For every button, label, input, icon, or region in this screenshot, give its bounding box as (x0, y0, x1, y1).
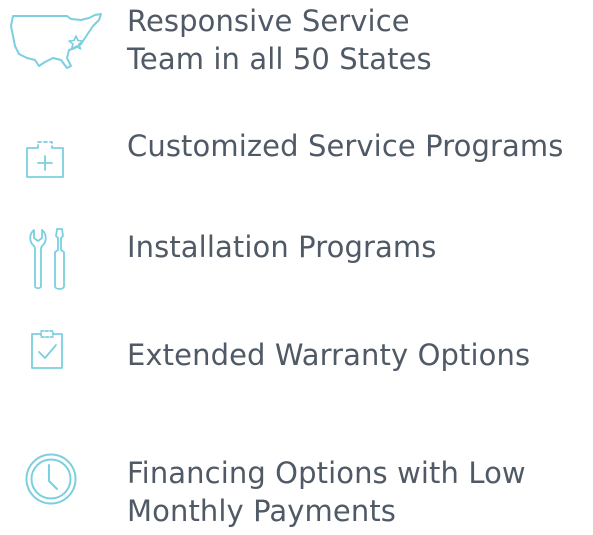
feature-label-line: Monthly Payments (127, 494, 397, 528)
usa-map-star-icon (9, 10, 105, 74)
medical-kit-icon (25, 139, 65, 179)
feature-label: Installation Programs (127, 228, 436, 266)
feature-label-line: Financing Options with Low (127, 456, 526, 490)
feature-label-line: Customized Service Programs (127, 129, 564, 163)
feature-item-installation: Installation Programs (0, 218, 593, 290)
feature-label-line: Installation Programs (127, 230, 437, 264)
feature-label-line: Responsive Service (127, 4, 410, 38)
feature-item-service-team: Responsive Service Team in all 50 States (0, 0, 593, 80)
feature-label: Customized Service Programs (127, 127, 563, 165)
feature-item-warranty: Extended Warranty Options (0, 318, 593, 388)
feature-label-line: Team in all 50 States (127, 42, 432, 76)
feature-item-financing: Financing Options with Low Monthly Payme… (0, 438, 593, 535)
feature-label-line: Extended Warranty Options (127, 338, 531, 372)
wrench-screwdriver-icon (28, 226, 76, 292)
feature-label: Responsive Service Team in all 50 States (127, 2, 432, 78)
clipboard-check-icon (28, 328, 68, 372)
clock-icon (24, 452, 78, 506)
feature-label: Extended Warranty Options (127, 336, 530, 374)
feature-item-service-programs: Customized Service Programs (0, 120, 593, 190)
feature-label: Financing Options with Low Monthly Payme… (127, 454, 526, 530)
